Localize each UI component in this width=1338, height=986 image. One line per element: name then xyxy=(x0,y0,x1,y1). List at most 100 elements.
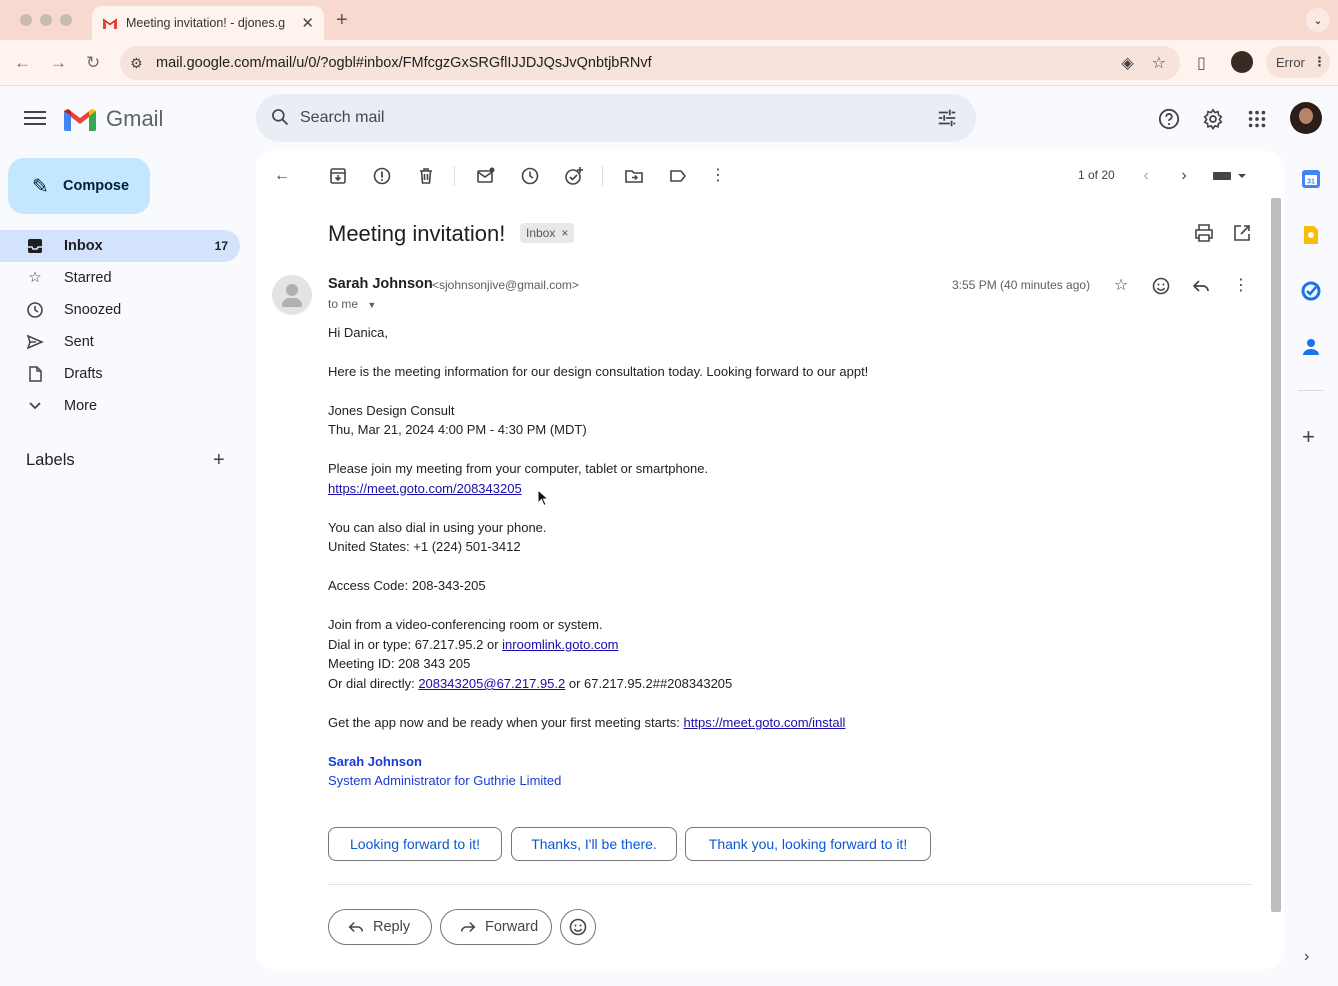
search-input[interactable]: Search mail xyxy=(256,94,976,142)
dial-type-prefix: Dial in or type: 67.217.95.2 or xyxy=(328,637,503,652)
snooze-clock-icon[interactable] xyxy=(520,166,540,186)
sidebar-item-drafts[interactable]: Drafts xyxy=(0,358,240,390)
newer-chevron-icon[interactable]: ‹ xyxy=(1136,166,1156,186)
print-icon[interactable] xyxy=(1194,223,1214,243)
emoji-reaction-icon[interactable] xyxy=(1151,276,1171,296)
search-options-icon[interactable] xyxy=(936,107,958,129)
lens-icon[interactable]: ◈ xyxy=(1121,53,1133,73)
message-more-icon[interactable]: ⋮ xyxy=(1231,276,1251,296)
sidebar-item-sent[interactable]: Sent xyxy=(0,326,240,358)
sidebar-item-snoozed[interactable]: Snoozed xyxy=(0,294,240,326)
video-conference-text: Join from a video-conferencing room or s… xyxy=(328,617,603,632)
tab-close-icon[interactable]: ✕ xyxy=(301,14,314,32)
join-instructions: Please join my meeting from your compute… xyxy=(328,461,709,476)
inbox-label-chip[interactable]: Inbox × xyxy=(520,223,575,243)
apps-grid-icon[interactable] xyxy=(1246,108,1268,130)
back-arrow-icon[interactable]: ← xyxy=(14,53,31,73)
add-task-icon[interactable] xyxy=(564,166,584,186)
sender-name[interactable]: Sarah Johnson xyxy=(328,276,433,292)
account-avatar[interactable] xyxy=(1290,102,1322,134)
sidebar-item-label: More xyxy=(64,398,98,414)
svg-text:31: 31 xyxy=(1307,179,1315,186)
gmail-logo[interactable]: Gmail xyxy=(64,106,163,132)
emoji-smile-icon xyxy=(569,918,587,936)
search-placeholder: Search mail xyxy=(300,109,385,126)
open-new-window-icon[interactable] xyxy=(1232,223,1252,243)
install-app-link[interactable]: https://meet.goto.com/install xyxy=(684,715,846,730)
add-label-icon[interactable]: + xyxy=(213,449,225,472)
meeting-id: Meeting ID: 208 343 205 xyxy=(328,656,471,671)
sender-avatar[interactable] xyxy=(272,275,312,315)
label-tag-icon[interactable] xyxy=(668,166,688,186)
window-zoom-button[interactable] xyxy=(60,14,72,26)
remove-label-icon[interactable]: × xyxy=(561,226,568,240)
older-chevron-icon[interactable]: › xyxy=(1174,166,1194,186)
inbox-unread-count: 17 xyxy=(214,239,228,253)
email-scrollbar[interactable] xyxy=(1271,198,1281,912)
report-spam-icon[interactable] xyxy=(372,166,392,186)
email-intro: Here is the meeting information for our … xyxy=(328,364,869,379)
sidebar-item-starred[interactable]: ☆ Starred xyxy=(0,262,240,294)
search-icon[interactable] xyxy=(270,107,290,127)
dial-direct-suffix: or 67.217.95.2##208343205 xyxy=(565,676,733,691)
tab-title: Meeting invitation! - djones.g xyxy=(126,16,286,30)
emoji-react-button[interactable] xyxy=(560,909,596,945)
archive-icon[interactable] xyxy=(328,166,348,186)
browser-profile-avatar[interactable] xyxy=(1231,51,1253,73)
expand-side-panel-icon[interactable]: › xyxy=(1304,948,1309,966)
reply-arrow-icon[interactable] xyxy=(1191,276,1211,296)
recipient-details-toggle[interactable]: to me ▼ xyxy=(328,297,376,311)
contacts-icon[interactable] xyxy=(1300,336,1322,358)
input-tools-keyboard-icon[interactable] xyxy=(1212,166,1248,186)
dial-us-number: United States: +1 (224) 501-3412 xyxy=(328,539,521,554)
window-close-button[interactable] xyxy=(20,14,32,26)
main-menu-icon[interactable] xyxy=(24,108,46,128)
forward-label: Forward xyxy=(485,919,539,935)
sidebar-item-more[interactable]: More xyxy=(0,390,240,422)
error-menu-button[interactable]: Error ⋮ xyxy=(1266,46,1330,78)
sidebar-item-inbox[interactable]: Inbox 17 xyxy=(0,230,240,262)
message-divider xyxy=(328,884,1252,885)
reply-button[interactable]: Reply xyxy=(328,909,432,945)
join-meeting-link[interactable]: https://meet.goto.com/208343205 xyxy=(328,481,522,496)
more-options-icon[interactable]: ⋮ xyxy=(708,166,728,186)
inroom-link[interactable]: inroomlink.goto.com xyxy=(502,637,618,652)
email-view-panel: ← ⋮ 1 of 20 ‹ › Meeting invitation! Inbo… xyxy=(256,151,1284,969)
sidebar-item-label: Drafts xyxy=(64,366,103,382)
delete-trash-icon[interactable] xyxy=(416,166,436,186)
new-tab-icon[interactable]: + xyxy=(336,9,348,32)
calendar-icon[interactable]: 31 xyxy=(1300,168,1322,190)
reply-arrow-icon xyxy=(348,921,364,933)
browser-tab-bar: Meeting invitation! - djones.g ✕ + ⌄ xyxy=(0,0,1338,40)
help-icon[interactable] xyxy=(1158,108,1180,130)
back-to-inbox-icon[interactable]: ← xyxy=(272,166,292,186)
dial-type-line: Dial in or type: 67.217.95.2 or inroomli… xyxy=(328,637,619,652)
compose-button[interactable]: ✎ Compose xyxy=(8,158,150,214)
reload-icon[interactable]: ↻ xyxy=(86,53,100,73)
smart-reply-button[interactable]: Thanks, I'll be there. xyxy=(511,827,677,861)
smart-reply-button[interactable]: Thank you, looking forward to it! xyxy=(685,827,931,861)
address-bar[interactable]: ⚙ mail.google.com/mail/u/0/?ogbl#inbox/F… xyxy=(120,46,1180,80)
send-icon xyxy=(26,334,44,350)
browser-tab[interactable]: Meeting invitation! - djones.g ✕ xyxy=(92,6,324,40)
move-to-folder-icon[interactable] xyxy=(624,166,644,186)
bookmark-star-icon[interactable]: ☆ xyxy=(1152,53,1166,73)
meeting-time: Thu, Mar 21, 2024 4:00 PM - 4:30 PM (MDT… xyxy=(328,422,587,437)
window-minimize-button[interactable] xyxy=(40,14,52,26)
star-icon[interactable]: ☆ xyxy=(1111,276,1131,296)
forward-arrow-icon[interactable]: → xyxy=(50,53,67,73)
tab-search-chevron-icon[interactable]: ⌄ xyxy=(1306,8,1330,32)
pencil-icon: ✎ xyxy=(32,176,49,198)
get-addons-plus-icon[interactable]: + xyxy=(1302,424,1315,450)
inbox-icon xyxy=(28,239,42,253)
mark-unread-icon[interactable] xyxy=(476,166,496,186)
tasks-icon[interactable] xyxy=(1300,280,1322,302)
dial-direct-link[interactable]: 208343205@67.217.95.2 xyxy=(418,676,565,691)
dial-direct-prefix: Or dial directly: xyxy=(328,676,419,691)
forward-button[interactable]: Forward xyxy=(440,909,552,945)
settings-gear-icon[interactable] xyxy=(1202,108,1224,130)
site-settings-icon[interactable]: ⚙ xyxy=(130,55,143,72)
keep-notes-icon[interactable] xyxy=(1300,224,1322,246)
smart-reply-button[interactable]: Looking forward to it! xyxy=(328,827,502,861)
side-panel-icon[interactable]: ▯ xyxy=(1197,53,1206,73)
